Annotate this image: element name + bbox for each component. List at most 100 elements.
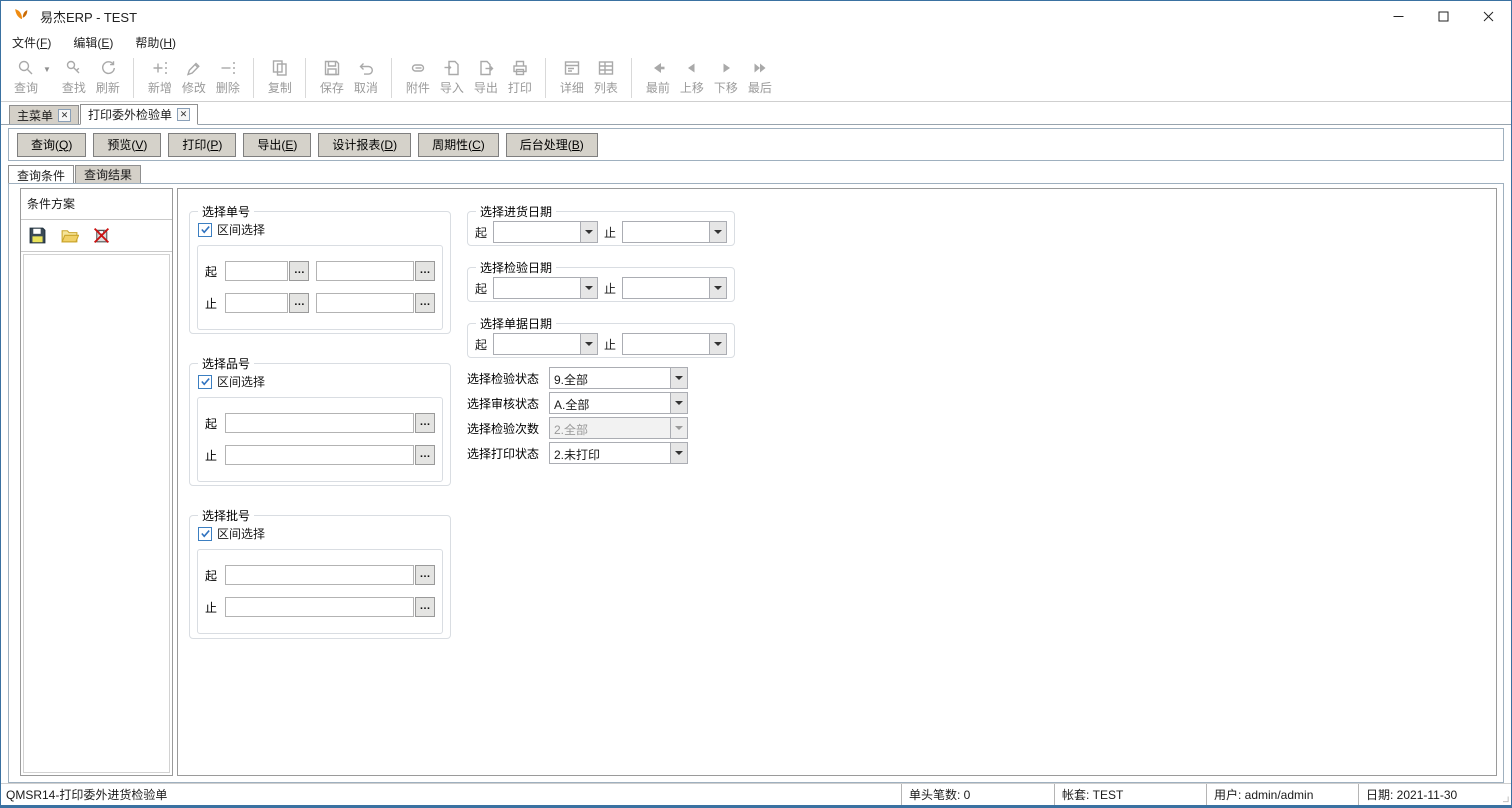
toolbar-last-button[interactable]: 最后 [743,57,777,96]
doc-no-range-checkbox[interactable] [198,223,212,237]
doc-date-from-combobox[interactable] [493,333,598,355]
toolbar-refresh-button[interactable]: 刷新 [91,57,125,96]
lookup-button[interactable]: … [415,445,435,465]
resize-grip-icon [1503,796,1509,803]
toolbar-detail-button[interactable]: 详细 [555,57,589,96]
inspect-status-combobox[interactable]: 9.全部 [549,367,688,389]
tab-query-results[interactable]: 查询结果 [75,165,141,183]
lookup-button[interactable]: … [415,293,435,313]
list-icon [595,57,617,79]
item-no-to-input[interactable] [225,445,414,465]
doc-no-to-field: … [225,293,310,313]
minimize-button[interactable] [1376,1,1421,31]
toolbar-list-button[interactable]: 列表 [589,57,623,96]
doc-no-to-input-2[interactable] [316,293,414,313]
toolbar-separator [631,58,632,98]
condition-scheme-panel: 条件方案 [20,188,173,776]
print-button[interactable]: 打印(P) [168,133,236,157]
chevron-down-icon[interactable]: ▼ [43,65,51,74]
tab-label: 主菜单 [17,107,53,124]
batch-no-from-input[interactable] [225,565,414,585]
dropdown-arrow-icon[interactable] [709,278,726,298]
resize-grip[interactable] [1503,784,1511,805]
menu-file[interactable]: 文件(F) [12,34,51,51]
receive-date-from-combobox[interactable] [493,221,598,243]
dropdown-arrow-icon[interactable] [580,278,597,298]
export-icon [475,57,497,79]
toolbar-export-button[interactable]: 导出 [469,57,503,96]
item-no-range-checkbox[interactable] [198,375,212,389]
lookup-button[interactable]: … [415,261,435,281]
lookup-button[interactable]: … [289,261,309,281]
lookup-button[interactable]: … [415,565,435,585]
open-scheme-icon[interactable] [60,226,79,245]
dropdown-arrow-icon[interactable] [670,393,687,413]
toolbar-move-up-button[interactable]: 上移 [675,57,709,96]
menu-help[interactable]: 帮助(H) [135,34,176,51]
inspect-date-to-combobox[interactable] [622,277,727,299]
account-set: 帐套: TEST [1054,784,1206,805]
toolbar-query-button[interactable]: 查询 [9,57,43,96]
toolbar-cancel-button[interactable]: 取消 [349,57,383,96]
periodic-button[interactable]: 周期性(C) [418,133,499,157]
dropdown-arrow-icon[interactable] [580,222,597,242]
tab-main-menu[interactable]: 主菜单 ✕ [9,105,79,124]
delete-scheme-icon[interactable] [92,226,111,245]
combo-value [623,278,709,298]
tab-print-inspection[interactable]: 打印委外检验单 ✕ [80,104,198,125]
toolbar-copy-button[interactable]: 复制 [263,57,297,96]
batch-no-group: 选择批号 区间选择 起 … 止 [189,507,451,639]
save-scheme-icon[interactable] [28,226,47,245]
toolbar-attachment-button[interactable]: 附件 [401,57,435,96]
doc-date-to-combobox[interactable] [622,333,727,355]
toolbar-label: 打印 [508,79,532,96]
toolbar-move-down-button[interactable]: 下移 [709,57,743,96]
toolbar-import-button[interactable]: 导入 [435,57,469,96]
tab-close-icon[interactable]: ✕ [58,109,71,122]
scheme-list[interactable] [23,254,170,773]
tab-close-icon[interactable]: ✕ [177,108,190,121]
item-no-from-field: … [225,413,435,433]
toolbar-save-button[interactable]: 保存 [315,57,349,96]
doc-count: 单头笔数: 0 [901,784,1054,805]
preview-button[interactable]: 预览(V) [93,133,161,157]
doc-no-from-input-2[interactable] [316,261,414,281]
doc-no-to-input[interactable] [225,293,289,313]
maximize-button[interactable] [1421,1,1466,31]
toolbar-find-button[interactable]: 查找 [57,57,91,96]
export-button[interactable]: 导出(E) [243,133,311,157]
lookup-button[interactable]: … [289,293,309,313]
dropdown-arrow-icon[interactable] [670,368,687,388]
background-process-button[interactable]: 后台处理(B) [506,133,598,157]
design-report-button[interactable]: 设计报表(D) [318,133,411,157]
batch-no-range-checkbox[interactable] [198,527,212,541]
audit-status-combobox[interactable]: A.全部 [549,392,688,414]
toolbar-edit-button[interactable]: 修改 [177,57,211,96]
lookup-button[interactable]: … [415,597,435,617]
toolbar-delete-button[interactable]: 删除 [211,57,245,96]
print-status-combobox[interactable]: 2.未打印 [549,442,688,464]
inspect-date-from-combobox[interactable] [493,277,598,299]
batch-no-to-input[interactable] [225,597,414,617]
doc-no-group: 选择单号 区间选择 起 … [189,203,451,334]
toolbar-add-button[interactable]: 新增 [143,57,177,96]
lookup-button[interactable]: … [415,413,435,433]
tab-query-conditions[interactable]: 查询条件 [8,165,74,184]
receive-date-to-combobox[interactable] [622,221,727,243]
toolbar-first-button[interactable]: 最前 [641,57,675,96]
dropdown-arrow-icon[interactable] [670,443,687,463]
toolbar-print-button[interactable]: 打印 [503,57,537,96]
dropdown-arrow-icon[interactable] [709,222,726,242]
query-button[interactable]: 查询(Q) [17,133,86,157]
dropdown-arrow-icon[interactable] [709,334,726,354]
menu-edit[interactable]: 编辑(E) [73,34,113,51]
doc-no-from-input[interactable] [225,261,289,281]
edit-icon [183,57,205,79]
toolbar-separator [391,58,392,98]
item-no-from-input[interactable] [225,413,414,433]
dropdown-arrow-icon[interactable] [580,334,597,354]
check-icon [200,224,211,235]
from-label: 起 [475,336,487,353]
close-button[interactable] [1466,1,1511,31]
status-bar: QMSR14-打印委外进货检验单 单头笔数: 0 帐套: TEST 用户: ad… [1,783,1511,805]
